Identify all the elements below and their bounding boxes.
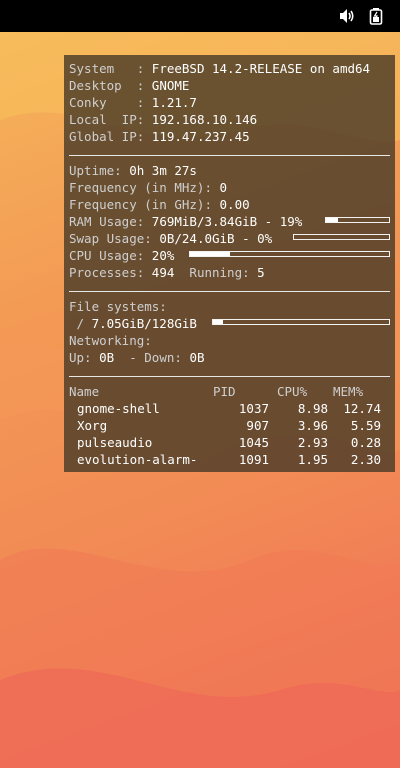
divider: [69, 155, 390, 156]
row-value: 192.168.10.146: [151, 112, 258, 127]
row-value: 1.21.7: [151, 95, 197, 110]
process-mem: 2.30: [350, 452, 381, 467]
root-prefix: /: [69, 316, 92, 331]
row-value: 119.47.237.45: [151, 129, 250, 144]
processes-label: Processes:: [69, 265, 152, 280]
processes-row: Processes: 494 Running: 5: [69, 264, 265, 281]
root-fs-bar: [212, 319, 390, 325]
system-row: System : FreeBSD 14.2-RELEASE on amd64: [69, 60, 370, 77]
row-label: System :: [69, 61, 152, 76]
up-label: Up:: [69, 350, 100, 365]
row-label: Local IP:: [69, 112, 152, 127]
down-label: - Down:: [114, 350, 190, 365]
row-label: Desktop :: [69, 78, 152, 93]
down-value: 0B: [189, 350, 205, 365]
row-value: FreeBSD 14.2-RELEASE on amd64: [151, 61, 371, 76]
process-cpu: 2.93: [297, 435, 328, 450]
up-value: 0B: [99, 350, 115, 365]
process-name: gnome-shell: [77, 401, 160, 416]
process-name: pulseaudio: [77, 435, 153, 450]
freq-mhz-row: Frequency (in MHz): 0: [69, 179, 227, 196]
running-label: Running:: [174, 265, 258, 280]
ram-value: 769MiB/3.84GiB - 19%: [151, 214, 303, 229]
speaker-icon[interactable]: [338, 7, 356, 25]
process-pid: 1037: [238, 401, 269, 416]
running-value: 5: [257, 265, 265, 280]
header-mem: MEM%: [333, 384, 364, 399]
root-value: 7.05GiB/128GiB: [91, 316, 197, 331]
ram-row: RAM Usage: 769MiB/3.84GiB - 19%: [69, 213, 302, 230]
root-fs-bar-fill: [213, 320, 223, 324]
row-label: Global IP:: [69, 129, 152, 144]
networking-title: Networking:: [69, 333, 152, 348]
top-bar: [0, 0, 400, 32]
freq-ghz-label: Frequency (in GHz):: [69, 197, 220, 212]
uptime-value: 0h 3m 27s: [129, 163, 197, 178]
process-mem: 5.59: [350, 418, 381, 433]
cpu-label: CPU Usage:: [69, 248, 152, 263]
divider: [69, 291, 390, 292]
uptime-row: Uptime: 0h 3m 27s: [69, 162, 197, 179]
ram-label: RAM Usage:: [69, 214, 152, 229]
cpu-value: 20%: [151, 248, 175, 263]
conky-panel: System : FreeBSD 14.2-RELEASE on amd64 D…: [64, 55, 395, 472]
cpu-row: CPU Usage: 20%: [69, 247, 174, 264]
divider: [69, 376, 390, 377]
swap-value: 0B/24.0GiB - 0%: [159, 231, 273, 246]
process-name: Xorg: [77, 418, 108, 433]
freq-ghz-row: Frequency (in GHz): 0.00: [69, 196, 250, 213]
process-pid: 1045: [238, 435, 269, 450]
swap-row: Swap Usage: 0B/24.0GiB - 0%: [69, 230, 272, 247]
global-ip-row: Global IP: 119.47.237.45: [69, 128, 250, 145]
ram-bar: [325, 217, 390, 223]
process-pid: 907: [246, 418, 269, 433]
process-cpu: 1.95: [297, 452, 328, 467]
process-cpu: 3.96: [297, 418, 328, 433]
cpu-bar-fill: [190, 252, 230, 256]
network-row: Up: 0B - Down: 0B: [69, 349, 205, 366]
freq-mhz-value: 0: [219, 180, 228, 195]
ram-bar-fill: [326, 218, 338, 222]
process-cpu: 8.98: [297, 401, 328, 416]
process-pid: 1091: [238, 452, 269, 467]
row-value: GNOME: [151, 78, 190, 93]
header-cpu: CPU%: [277, 384, 308, 399]
battery-icon[interactable]: [368, 7, 386, 25]
cpu-bar: [189, 251, 390, 257]
filesystems-title: File systems:: [69, 299, 167, 314]
process-mem: 12.74: [343, 401, 381, 416]
conky-version-row: Conky : 1.21.7: [69, 94, 197, 111]
row-label: Conky :: [69, 95, 152, 110]
freq-mhz-label: Frequency (in MHz):: [69, 180, 220, 195]
header-pid: PID: [213, 384, 236, 399]
swap-label: Swap Usage:: [69, 231, 160, 246]
desktop-row: Desktop : GNOME: [69, 77, 189, 94]
local-ip-row: Local IP: 192.168.10.146: [69, 111, 257, 128]
header-name: Name: [69, 384, 100, 399]
uptime-label: Uptime:: [69, 163, 130, 178]
process-mem: 0.28: [350, 435, 381, 450]
freq-ghz-value: 0.00: [219, 197, 250, 212]
root-fs-row: / 7.05GiB/128GiB: [69, 315, 197, 332]
process-name: evolution-alarm-: [77, 452, 198, 467]
swap-bar: [293, 234, 390, 240]
processes-value: 494: [151, 265, 175, 280]
